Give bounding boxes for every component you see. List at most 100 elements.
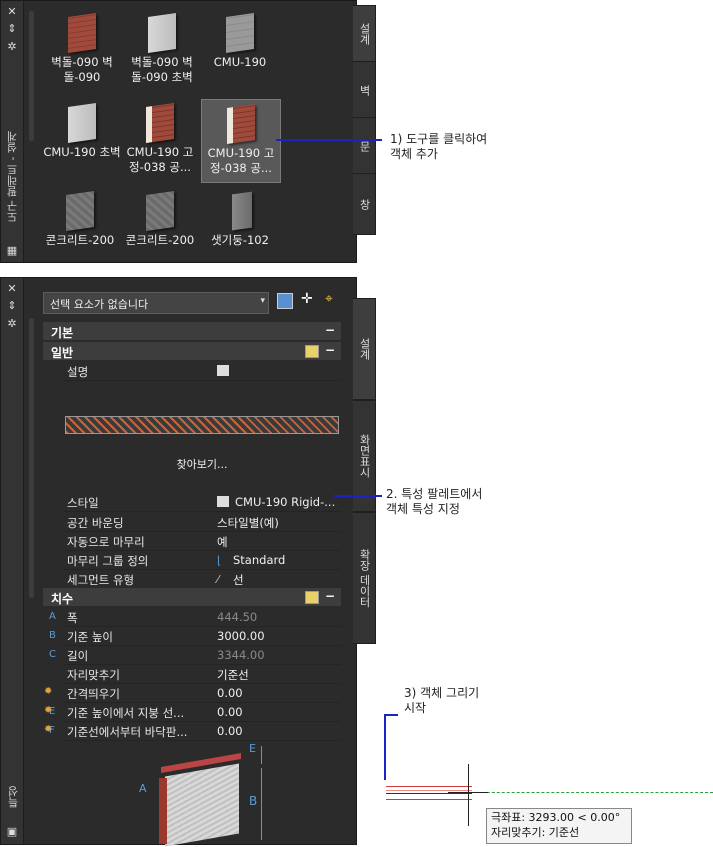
collapse-icon[interactable]: − [325,343,335,357]
browse-link[interactable]: 찾아보기... [63,456,341,472]
tool-label: CMU-190 [213,55,267,69]
tool-item[interactable]: 샛기둥-102 [201,189,279,248]
tool-label: 벽돌-090 벽돌-090 [51,55,113,84]
properties-scrollbar[interactable] [29,318,34,598]
tab-design[interactable]: 설계 [353,5,376,63]
tool-palette: ✕ ⇕ ✲ 도구 팔레트 - 설계 ▦ 벽돌-090 벽돌-090 벽돌-090… [0,0,376,263]
dimension-label: 기준 높이 [67,630,113,644]
dimension-label: 자리맞추기 [67,668,120,682]
anchor-icon: ✹ [44,705,53,716]
row-dimension[interactable]: 길이 3344.00 [63,645,341,665]
selection-dropdown-value: 선택 요소가 없습니다 [50,298,149,311]
row-auto-cleanup[interactable]: 자동으로 마무리 예 [63,531,341,551]
wall-end-brick [159,778,167,844]
section-basic[interactable]: 기본 − [43,322,341,340]
dimension-value: 0.00 [217,705,243,719]
tool-item[interactable]: CMU-190 고정-038 공... [121,101,199,175]
dim-label-b: B [249,794,258,808]
cleanup-group-icon: ⌊ [217,554,222,567]
selection-dropdown[interactable]: 선택 요소가 없습니다 ▾ [43,292,269,314]
chevron-down-icon: ▾ [260,296,265,306]
tab-walls[interactable]: 벽 [353,61,376,119]
section-general[interactable]: 일반 − [43,342,341,360]
tool-label: CMU-190 고정-038 공... [207,146,275,175]
select-objects-icon[interactable] [277,293,293,309]
close-icon[interactable]: ✕ [5,283,19,295]
brick-wall-thumbnail [62,11,102,55]
tool-label: 샛기둥-102 [211,233,269,247]
anchor-icon: ✹ [44,686,53,697]
tool-item-selected[interactable]: CMU-190 고정-038 공... [201,99,281,183]
brick-face-wall-thumbnail [140,101,180,145]
anchor-icon: ✹ [44,724,53,735]
tab-doors[interactable]: 문 [353,117,376,175]
row-space-bounding[interactable]: 공간 바운딩 스타일별(예) [63,512,341,532]
row-style[interactable]: 스타일 CMU-190 Rigid-... [63,492,341,512]
cursor-crosshair-v [468,764,469,826]
palette-grid-icon[interactable]: ▦ [5,245,19,257]
properties-titlebar: ✕ ⇕ ✲ 특성 ▣ [1,278,24,844]
section-dimensions[interactable]: 치수 − [43,588,341,606]
pick-point-icon[interactable]: ✛ [301,291,313,307]
annotation-step-2-text: 2. 특성 팔레트에서 객체 특성 지정 [386,487,483,516]
quick-select-icon[interactable]: ⌖ [325,291,333,307]
dimension-letter: C [49,649,56,660]
row-dimension[interactable]: 기준 높이 3000.00 [63,626,341,646]
annotation-step-3-text: 3) 객체 그리기 시작 [404,686,480,715]
cursor-crosshair-h [448,792,488,793]
tool-label: CMU-190 고정-038 공... [126,145,194,174]
row-dimension[interactable]: 폭 444.50 [63,607,341,627]
tab-extended-data[interactable]: 확장 데이터 [353,512,376,644]
tool-item[interactable]: 벽돌-090 벽돌-090 [43,11,121,85]
dynamic-input-tooltip: 극좌표: 3293.00 < 0.00° 자리맞추기: 기준선 [486,808,632,844]
tool-item[interactable]: 콘크리트-200 [41,189,119,248]
row-segment-type[interactable]: 세그먼트 유형 ⁄ 선 [63,569,341,589]
dimension-value: 3344.00 [217,648,265,662]
palette-grid-icon[interactable]: ▣ [5,826,19,838]
tab-design[interactable]: 설계 [353,298,376,400]
tool-label: 벽돌-090 벽돌-090 초벽 [131,55,193,84]
justification-readout: 자리맞추기: 기준선 [491,826,580,839]
wall-dimension-diagram: A B E [131,738,281,847]
annotation-step-3: 3) 객체 그리기 시작 [404,686,479,716]
row-dimension[interactable]: 기준 높이에서 지붕 선... 0.00 [63,702,341,722]
annotation-leader-3-v [384,714,386,780]
polar-tracking-line [472,792,713,793]
dim-label-e: E [249,742,256,755]
collapse-icon[interactable]: − [325,323,335,337]
dim-line-b [261,768,262,840]
wall-being-drawn [386,786,472,800]
tool-palette-scrollbar[interactable] [29,11,34,141]
tool-item[interactable]: 콘크리트-200 [121,189,199,248]
dimension-value: 기준선 [217,668,249,682]
row-cleanup-group[interactable]: 마무리 그룹 정의 ⌊ Standard [63,550,341,570]
properties-menu-icon[interactable]: ✲ [5,41,19,53]
dimension-label: 폭 [67,611,78,625]
close-icon[interactable]: ✕ [5,6,19,18]
collapse-icon[interactable]: − [325,589,335,603]
dimension-value: 444.50 [217,610,258,624]
auto-hide-icon[interactable]: ⇕ [5,300,19,312]
tool-item[interactable]: CMU-190 초벽 [43,101,121,160]
annotation-step-2: 2. 특성 팔레트에서 객체 특성 지정 [386,487,482,517]
tool-item[interactable]: 벽돌-090 벽돌-090 초벽 [123,11,201,85]
plain-wall-thumbnail [142,11,182,55]
concrete-wall-thumbnail [60,189,100,233]
tool-item[interactable]: CMU-190 [201,11,279,70]
auto-hide-icon[interactable]: ⇕ [5,23,19,35]
tab-windows[interactable]: 창 [353,173,376,235]
quick-tip-icon[interactable] [305,591,319,604]
row-description[interactable]: 설명 [63,361,341,381]
text-editor-icon[interactable] [217,365,229,376]
quick-tip-icon[interactable] [305,345,319,358]
tool-palette-title: 도구 팔레트 - 설계 [6,131,19,223]
annotation-leader-2 [334,495,382,497]
plain-wall-thumbnail [62,101,102,145]
wall-style-preview [65,416,339,434]
row-dimension[interactable]: 자리맞추기 기준선 [63,664,341,684]
row-dimension[interactable]: 간격띄우기 0.00 [63,683,341,703]
annotation-step-1-text: 1) 도구를 클릭하여 객체 추가 [390,132,488,161]
properties-menu-icon[interactable]: ✲ [5,318,19,330]
dimension-letter: A [49,611,56,622]
polar-coordinate-readout: 극좌표: 3293.00 < 0.00° [491,811,621,824]
